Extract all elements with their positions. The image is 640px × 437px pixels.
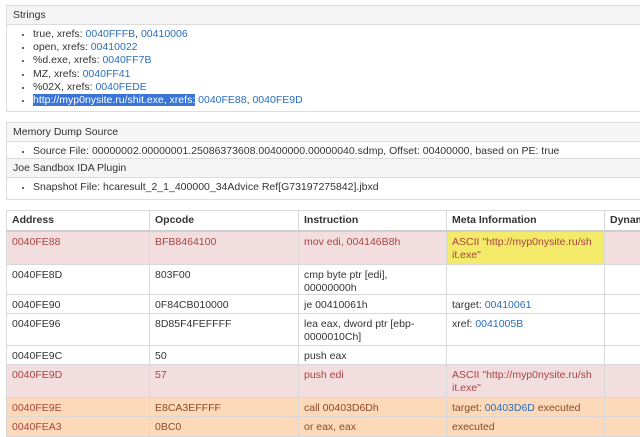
table-row: 0040FE88 BFB8464100 mov edi, 004146B8h A… — [7, 231, 640, 265]
meta-cell: xref: 0041005B — [447, 314, 605, 346]
snapshot-file-item: Snapshot File: hcaresult_2_1_400000_34Ad… — [33, 181, 640, 194]
ida-plugin-title: Joe Sandbox IDA Plugin — [7, 159, 640, 178]
opcode-cell: 0BC0 — [150, 417, 299, 437]
instruction-cell: call 00403D6Dh — [299, 398, 447, 417]
string-item: MZ, xrefs: 0040FF41 — [33, 68, 640, 81]
table-row: 0040FE9D 57 push edi ASCII "http://myp0n… — [7, 365, 640, 398]
meta-highlight: ASCII "http://myp0nysite.ru/sh it.exe" — [447, 232, 604, 264]
address-cell: 0040FE96 — [7, 314, 150, 346]
string-item: open, xrefs: 00410022 — [33, 41, 640, 54]
opcode-cell: 57 — [150, 365, 299, 398]
xref-link[interactable]: 0040FE9D — [252, 94, 302, 106]
xref-link[interactable]: 0040FF41 — [83, 68, 131, 80]
meta-cell: ASCII "http://myp0nysite.ru/sh it.exe" — [447, 365, 605, 398]
address-cell: 0040FEA3 — [7, 417, 150, 437]
memory-dump-list: Source File: 00000002.00000001.250863736… — [7, 145, 640, 158]
meta-cell: executed — [447, 417, 605, 437]
table-row: 0040FE9E E8CA3EFFFF call 00403D6Dh targe… — [7, 398, 640, 417]
meta-prefix: target: — [452, 402, 485, 414]
string-label: open, xrefs: — [33, 41, 91, 53]
string-label: MZ, xrefs: — [33, 68, 83, 80]
target-link[interactable]: 00403D6D — [485, 402, 535, 414]
meta-cell: target: 00410061 — [447, 295, 605, 314]
xref-link[interactable]: 0040FF7B — [102, 54, 151, 66]
opcode-cell: BFB8464100 — [150, 231, 299, 265]
column-header-meta[interactable]: Meta Information — [447, 211, 605, 232]
meta-prefix: xref: — [452, 318, 475, 330]
instruction-cell: mov edi, 004146B8h — [299, 231, 447, 265]
instruction-cell: or eax, eax — [299, 417, 447, 437]
column-header-instruction[interactable]: Instruction — [299, 211, 447, 232]
disassembly-table: Address Opcode Instruction Meta Informat… — [6, 210, 640, 437]
string-item: %02X, xrefs: 0040FEDE — [33, 81, 640, 94]
ida-plugin-list: Snapshot File: hcaresult_2_1_400000_34Ad… — [7, 181, 640, 194]
xref-link[interactable]: 00410022 — [91, 41, 138, 53]
address-cell: 0040FE8D — [7, 265, 150, 295]
xref-link[interactable]: 0040FEDE — [95, 81, 146, 93]
string-label: %d.exe, xrefs: — [33, 54, 102, 66]
address-cell: 0040FE9D — [7, 365, 150, 398]
instruction-cell: cmp byte ptr [edi], 00000000h — [299, 265, 447, 295]
xref-link[interactable]: 00410006 — [141, 28, 188, 40]
dynamic-cell — [605, 314, 640, 346]
strings-list: true, xrefs: 0040FFFB, 00410006 open, xr… — [7, 28, 640, 107]
meta-prefix: target: — [452, 299, 485, 311]
opcode-cell: 0F84CB010000 — [150, 295, 299, 314]
instruction-cell: push eax — [299, 346, 447, 365]
table-row: 0040FE8D 803F00 cmp byte ptr [edi], 0000… — [7, 265, 640, 295]
string-item-selected: http://myp0nysite.ru/shit.exe, xrefs: 00… — [33, 94, 640, 107]
dynamic-cell — [605, 417, 640, 437]
instruction-cell: je 00410061h — [299, 295, 447, 314]
dynamic-cell — [605, 398, 640, 417]
meta-cell: ASCII "http://myp0nysite.ru/sh it.exe" — [447, 231, 605, 265]
ida-plugin-panel: Joe Sandbox IDA Plugin Snapshot File: hc… — [6, 158, 640, 200]
address-cell: 0040FE88 — [7, 231, 150, 265]
column-header-opcode[interactable]: Opcode — [150, 211, 299, 232]
selected-string-text[interactable]: http://myp0nysite.ru/shit.exe, xrefs: — [33, 94, 195, 106]
instruction-cell: push edi — [299, 365, 447, 398]
opcode-cell: 803F00 — [150, 265, 299, 295]
string-item: true, xrefs: 0040FFFB, 00410006 — [33, 28, 640, 41]
table-header-row: Address Opcode Instruction Meta Informat… — [7, 211, 640, 232]
address-cell: 0040FE9E — [7, 398, 150, 417]
strings-panel-title: Strings — [7, 6, 640, 25]
memory-dump-title: Memory Dump Source — [7, 123, 640, 142]
dynamic-cell — [605, 365, 640, 398]
meta-cell — [447, 346, 605, 365]
xref-link[interactable]: 0041005B — [475, 318, 523, 330]
xref-link[interactable]: 0040FE88 — [198, 94, 246, 106]
dynamic-cell — [605, 231, 640, 265]
column-header-address[interactable]: Address — [7, 211, 150, 232]
memory-dump-panel: Memory Dump Source Source File: 00000002… — [6, 122, 640, 159]
string-item: %d.exe, xrefs: 0040FF7B — [33, 54, 640, 67]
string-label: %02X, xrefs: — [33, 81, 95, 93]
meta-cell — [447, 265, 605, 295]
target-link[interactable]: 00410061 — [485, 299, 532, 311]
meta-cell: target: 00403D6D executed — [447, 398, 605, 417]
meta-suffix: executed — [535, 402, 581, 414]
table-row: 0040FE90 0F84CB010000 je 00410061h targe… — [7, 295, 640, 314]
memory-dump-source-item: Source File: 00000002.00000001.250863736… — [33, 145, 640, 158]
string-label: true, xrefs: — [33, 28, 86, 40]
table-row: 0040FE96 8D85F4FEFFFF lea eax, dword ptr… — [7, 314, 640, 346]
dynamic-cell — [605, 295, 640, 314]
address-cell: 0040FE9C — [7, 346, 150, 365]
dynamic-cell — [605, 265, 640, 295]
table-row: 0040FEA3 0BC0 or eax, eax executed — [7, 417, 640, 437]
strings-panel: Strings true, xrefs: 0040FFFB, 00410006 … — [6, 5, 640, 112]
opcode-cell: E8CA3EFFFF — [150, 398, 299, 417]
instruction-cell: lea eax, dword ptr [ebp-0000010Ch] — [299, 314, 447, 346]
xref-link[interactable]: 0040FFFB — [86, 28, 136, 40]
address-cell: 0040FE90 — [7, 295, 150, 314]
dynamic-cell — [605, 346, 640, 365]
opcode-cell: 8D85F4FEFFFF — [150, 314, 299, 346]
table-row: 0040FE9C 50 push eax — [7, 346, 640, 365]
column-header-dynamic[interactable]: Dynam — [605, 211, 640, 232]
opcode-cell: 50 — [150, 346, 299, 365]
